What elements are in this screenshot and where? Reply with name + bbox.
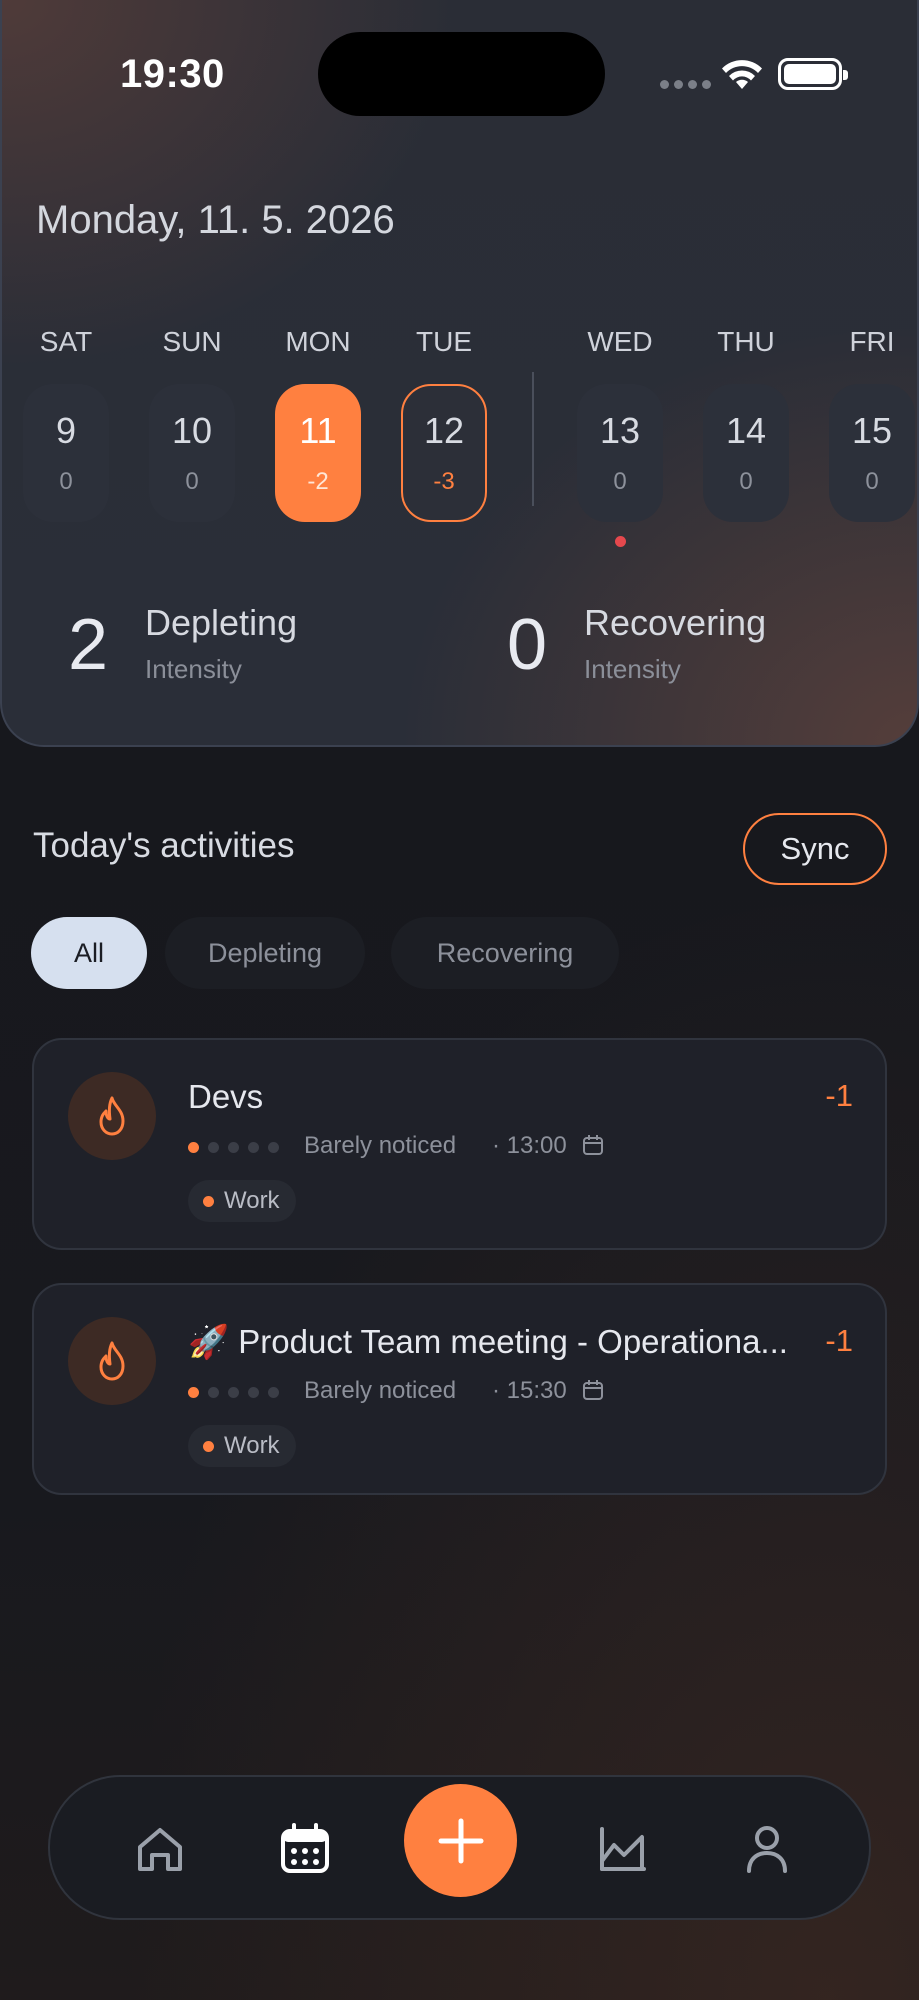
day-wed[interactable]: WED 13 0	[575, 320, 665, 522]
day-mon[interactable]: MON 11 -2	[273, 320, 363, 522]
activity-score: -1	[825, 1323, 853, 1358]
day-pill[interactable]: 9 0	[23, 384, 109, 522]
filter-recovering[interactable]: Recovering	[391, 917, 619, 989]
add-activity-button[interactable]	[404, 1784, 517, 1897]
day-pill[interactable]: 10 0	[149, 384, 235, 522]
day-number: 14	[725, 410, 767, 451]
current-date: Monday, 11. 5. 2026	[36, 198, 395, 242]
day-value: 0	[59, 468, 73, 495]
category-tag: Work	[188, 1180, 296, 1222]
cellular-signal-icon	[660, 80, 711, 89]
week-header-card: 19:30 Monday, 11. 5. 2026 SAT 9 0 SUN 10…	[0, 0, 919, 747]
calendar-small-icon	[583, 1135, 603, 1155]
day-pill[interactable]: 14 0	[703, 384, 789, 522]
day-name: THU	[717, 326, 775, 357]
day-value: 0	[865, 468, 879, 495]
day-pill[interactable]: 15 0	[829, 384, 915, 522]
intensity-dots	[188, 1387, 279, 1398]
battery-icon	[778, 58, 848, 90]
day-number: 13	[599, 410, 641, 451]
day-number: 15	[851, 410, 893, 451]
intensity-dots	[188, 1142, 279, 1153]
day-fri[interactable]: FRI 15 0	[827, 320, 917, 522]
recovering-label: Recovering	[584, 602, 767, 643]
day-sun[interactable]: SUN 10 0	[147, 320, 237, 522]
home-icon[interactable]	[132, 1821, 188, 1877]
category-tag: Work	[188, 1425, 296, 1467]
day-pill-selected[interactable]: 11 -2	[275, 384, 361, 522]
flame-icon	[68, 1072, 156, 1160]
filter-depleting[interactable]: Depleting	[165, 917, 365, 989]
day-name: SUN	[162, 326, 222, 357]
day-number: 11	[299, 410, 337, 451]
calendar-icon[interactable]	[277, 1821, 333, 1877]
day-value: 0	[185, 468, 199, 495]
day-name: WED	[587, 326, 653, 357]
day-value: -3	[433, 468, 455, 495]
event-indicator-dot	[615, 536, 626, 547]
day-pill[interactable]: 13 0	[577, 384, 663, 522]
activity-card[interactable]: 🚀 Product Team meeting - Operationa... -…	[32, 1283, 887, 1495]
activity-time: · 15:30	[492, 1377, 567, 1404]
chart-icon[interactable]	[594, 1821, 650, 1877]
filter-all[interactable]: All	[31, 917, 147, 989]
day-thu[interactable]: THU 14 0	[701, 320, 791, 522]
week-divider	[532, 372, 534, 506]
recovering-sub: Intensity	[584, 654, 681, 684]
calendar-small-icon	[583, 1380, 603, 1400]
depleting-sub: Intensity	[145, 654, 242, 684]
activity-card[interactable]: Devs -1 Barely noticed · 13:00 Work	[32, 1038, 887, 1250]
day-tue[interactable]: TUE 12 -3	[399, 320, 489, 522]
day-name: SAT	[39, 326, 93, 357]
recovering-value: 0	[507, 605, 548, 685]
depleting-value: 2	[68, 605, 109, 685]
activity-time: · 13:00	[492, 1132, 567, 1159]
day-name: TUE	[416, 326, 472, 357]
profile-icon[interactable]	[739, 1821, 795, 1877]
day-name: FRI	[849, 326, 895, 357]
activities-title: Today's activities	[33, 826, 295, 865]
activity-title: 🚀 Product Team meeting - Operationa...	[188, 1323, 788, 1360]
day-pill-outlined[interactable]: 12 -3	[401, 384, 487, 522]
dynamic-island	[318, 32, 605, 116]
sync-button[interactable]: Sync	[743, 813, 887, 885]
intensity-label: Barely noticed	[304, 1377, 457, 1404]
add-icon	[438, 1818, 483, 1863]
depleting-label: Depleting	[145, 602, 298, 643]
intensity-label: Barely noticed	[304, 1132, 457, 1159]
day-number: 10	[171, 410, 213, 451]
day-sat[interactable]: SAT 9 0	[21, 320, 111, 522]
day-value: 0	[613, 468, 627, 495]
day-name: MON	[285, 326, 351, 357]
day-value: 0	[739, 468, 753, 495]
day-value: -2	[307, 468, 329, 495]
wifi-icon	[722, 60, 762, 89]
activity-score: -1	[825, 1078, 853, 1113]
day-number: 12	[423, 410, 465, 451]
status-time: 19:30	[120, 52, 225, 96]
status-bar: 19:30	[2, 0, 917, 120]
activity-title: Devs	[188, 1078, 264, 1115]
flame-icon	[68, 1317, 156, 1405]
day-number: 9	[55, 410, 77, 451]
